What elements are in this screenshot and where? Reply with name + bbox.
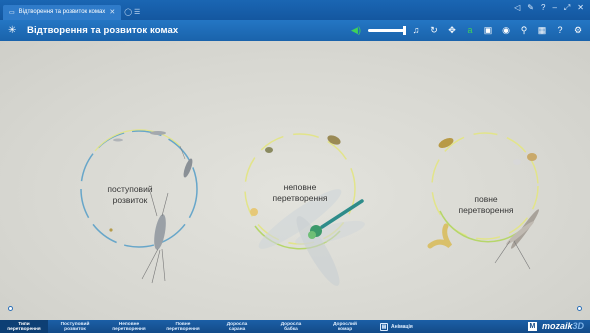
minimize-icon[interactable]: – [552,3,556,13]
help-circle-icon[interactable]: ? [554,23,566,37]
back-icon[interactable]: ◁ [514,3,520,13]
window-titlebar: ▭ Відтворення та розвиток комах ✕ ◯ ☰ ◁ … [0,0,590,20]
app-tab-icon: ▭ [9,9,15,16]
link-icon[interactable]: ⚲ [518,23,530,37]
pen-icon[interactable]: ✎ [527,3,534,13]
maximize-icon[interactable]: ⤢ [564,3,570,13]
volume-icon[interactable]: ◀) [350,23,362,37]
move-icon[interactable]: ✥ [446,23,458,37]
toolbar: ◀) ♫ ↻ ✥ a ▣ ◉ ⚲ ▦ ? ⚙ [350,23,584,37]
nav-item-label-line-2: бабка [284,327,298,332]
volume-knob[interactable] [403,25,406,35]
complete-metamorphosis-label: повне перетворення [448,194,524,216]
mozaik-logo-icon: M [527,321,537,331]
app-header: ✳ Відтворення та розвиток комах ◀) ♫ ↻ ✥… [0,20,590,41]
close-icon[interactable]: ✕ [577,3,584,13]
sun-gear-icon[interactable]: ✳ [8,25,19,36]
tab-close-icon[interactable]: ✕ [109,8,115,16]
nav-item-label-line-2: перетворення [112,327,146,332]
nav-types-of-metamorphosis[interactable]: Типи перетворення [0,320,48,333]
nav-complete-metamorphosis[interactable]: Повне перетворення [156,320,210,333]
window-tab[interactable]: ▭ Відтворення та розвиток комах ✕ [3,4,122,20]
app-title: Відтворення та розвиток комах [27,25,179,36]
pupa-illustration [438,138,537,165]
silverfish-young-illustration [109,131,166,232]
window-tab-title: Відтворення та розвиток комах [18,9,106,15]
animation-button[interactable]: ▤ Анімація [380,322,413,331]
brand-logo: M mozaik3D [527,321,584,331]
grid-icon[interactable]: ▦ [536,23,548,37]
refresh-icon[interactable]: ↻ [428,23,440,37]
scene-graphics [80,129,539,286]
nav-item-label-line-2: комар [337,327,353,332]
gradual-label-line-2: розвиток [112,195,148,205]
right-handle-icon[interactable] [577,306,582,311]
gradual-development-label: поступовий розвиток [95,184,165,206]
brand-suffix: 3D [572,321,584,331]
film-icon[interactable]: ▣ [482,23,494,37]
scene-viewport[interactable]: поступовий розвиток неповне перетворення… [0,41,590,320]
caddisfly-adult-illustration [494,209,539,270]
bottom-navigation: Типи перетворення Поступовий розвиток Не… [0,320,590,333]
incomplete-label-line-1: неповне [283,182,317,192]
new-tab-button[interactable]: ◯ ☰ [124,5,184,20]
film-icon: ▤ [380,322,388,331]
nav-adult-locust[interactable]: Доросла сарана [210,320,264,333]
nav-item-label-line-2: сарана [228,327,246,332]
help-icon[interactable]: ? [541,3,545,13]
gradual-label-line-1: поступовий [107,184,153,194]
nav-adult-mosquito[interactable]: Дорослий комар [318,320,372,333]
brand-text: mozaik3D [542,321,584,331]
nav-gradual-development[interactable]: Поступовий розвиток [48,320,102,333]
incomplete-metamorphosis-label: неповне перетворення [262,182,338,204]
nav-incomplete-metamorphosis[interactable]: Неповне перетворення [102,320,156,333]
nav-adult-dragonfly[interactable]: Доросла бабка [264,320,318,333]
incomplete-label-line-2: перетворення [272,193,328,203]
volume-slider[interactable] [368,25,406,35]
nav-item-label-line-2: розвиток [64,327,86,332]
silverfish-nymph-illustration [179,145,193,178]
complete-label-line-1: повне [474,194,498,204]
left-handle-icon[interactable] [8,306,13,311]
music-icon[interactable]: ♫ [410,23,422,37]
camera-icon[interactable]: ◉ [500,23,512,37]
settings-icon[interactable]: ⚙ [572,23,584,37]
nav-item-label-line-2: перетворення [7,327,41,332]
nav-item-label-line-2: перетворення [166,327,200,332]
animation-label: Анімація [391,323,413,330]
brand-name: mozaik [541,321,573,331]
text-icon[interactable]: a [464,23,476,37]
window-controls: ◁ ✎ ? – ⤢ ✕ [514,3,584,13]
complete-label-line-2: перетворення [458,205,514,215]
caterpillar-larva-illustration [427,223,453,249]
